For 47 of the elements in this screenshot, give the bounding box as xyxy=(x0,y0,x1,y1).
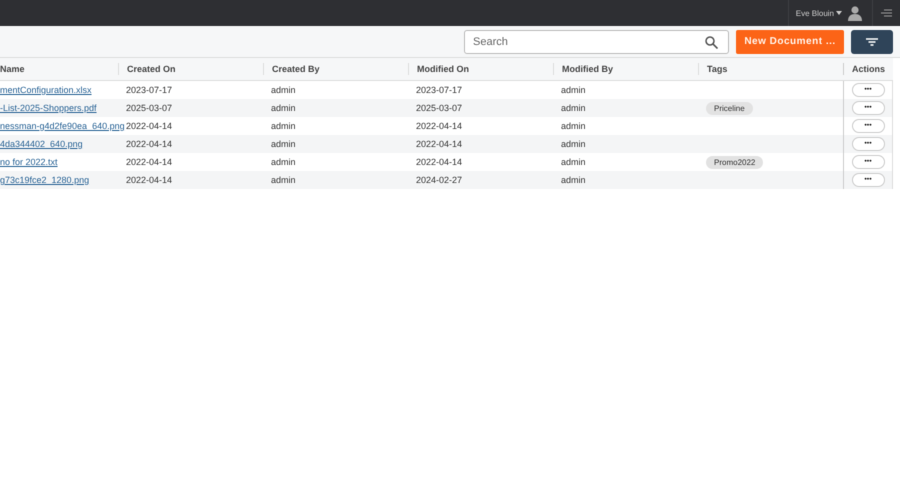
table-cell: 2023-07-17 xyxy=(126,85,172,95)
column-header[interactable]: Actions xyxy=(843,63,893,75)
table-cell: 2023-07-17 xyxy=(416,85,462,95)
column-header[interactable]: Modified By xyxy=(553,63,698,75)
table-cell: 2025-03-07 xyxy=(126,103,172,113)
filter-button[interactable] xyxy=(851,30,893,54)
table-cell: admin xyxy=(561,103,586,113)
user-avatar-icon xyxy=(848,6,862,20)
column-header[interactable]: Modified On xyxy=(408,63,553,75)
table-cell: admin xyxy=(271,85,296,95)
user-menu-button[interactable]: Eve Blouin xyxy=(796,8,842,18)
table-cell: 2022-04-14 xyxy=(416,121,462,131)
table-cell: admin xyxy=(271,139,296,149)
column-header[interactable]: Created By xyxy=(263,63,408,75)
file-link[interactable]: -List-2025-Shoppers.pdf xyxy=(0,103,97,113)
caret-icon xyxy=(836,11,842,15)
table-cell: admin xyxy=(561,85,586,95)
table-cell: 2025-03-07 xyxy=(416,103,462,113)
table-cell: 2022-04-14 xyxy=(126,139,172,149)
table-cell: admin xyxy=(271,175,296,185)
file-link[interactable]: 4da344402_640.png xyxy=(0,139,83,149)
column-header[interactable]: Created On xyxy=(118,63,263,75)
search-field[interactable]: Search xyxy=(464,30,729,54)
table-cell: admin xyxy=(561,121,586,131)
table-cell: admin xyxy=(271,103,296,113)
table-cell: 2022-04-14 xyxy=(126,157,172,167)
column-header[interactable]: Tags xyxy=(698,63,843,75)
search-icon xyxy=(705,36,718,48)
tag-badge: Promo2022 xyxy=(706,156,764,168)
table-cell: admin xyxy=(561,139,586,149)
column-header[interactable]: Name xyxy=(0,63,118,75)
menu-icon[interactable] xyxy=(881,9,892,17)
file-link[interactable]: no for 2022.txt xyxy=(0,157,58,167)
file-link[interactable]: g73c19fce2_1280.png xyxy=(0,175,90,185)
table-cell: admin xyxy=(561,175,586,185)
table-cell: 2022-04-14 xyxy=(416,157,462,167)
table-cell: 2024-02-27 xyxy=(416,175,462,185)
filter-icon xyxy=(866,38,878,46)
table-cell: admin xyxy=(271,157,296,167)
file-link[interactable]: mentConfiguration.xlsx xyxy=(0,85,92,95)
table-cell: admin xyxy=(271,121,296,131)
table-cell: 2022-04-14 xyxy=(416,139,462,149)
file-link[interactable]: nessman-g4d2fe90ea_640.png xyxy=(0,121,125,131)
tag-badge: Priceline xyxy=(706,102,753,114)
table-cell: 2022-04-14 xyxy=(126,175,172,185)
table-cell: 2022-04-14 xyxy=(126,121,172,131)
table-cell: admin xyxy=(561,157,586,167)
